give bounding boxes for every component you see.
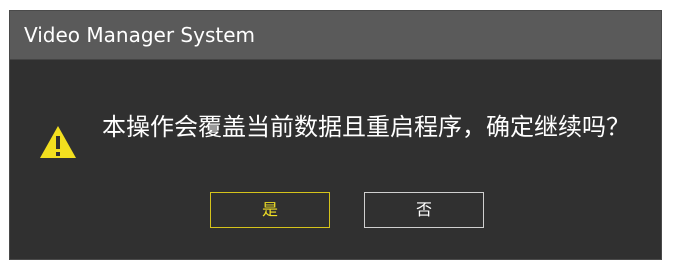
- dialog-title: Video Manager System: [24, 23, 255, 47]
- confirm-dialog: Video Manager System 本操作会覆盖当前数据且重启程序，确定继…: [9, 10, 662, 260]
- dialog-message: 本操作会覆盖当前数据且重启程序，确定继续吗？: [102, 113, 630, 141]
- no-button[interactable]: 否: [364, 192, 484, 228]
- yes-button[interactable]: 是: [210, 192, 330, 228]
- dialog-title-bar[interactable]: Video Manager System: [10, 11, 661, 60]
- warning-icon: [40, 126, 76, 158]
